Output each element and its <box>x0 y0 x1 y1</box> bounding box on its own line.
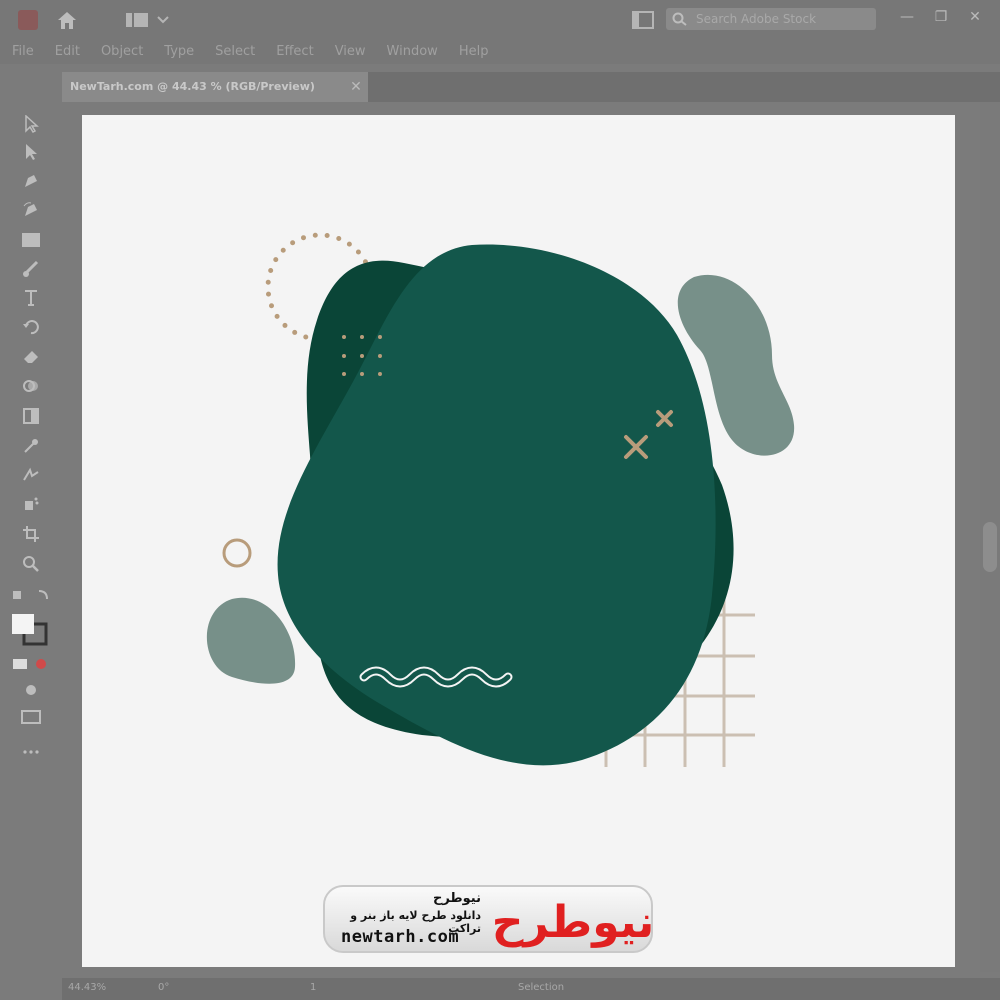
scrollbar-thumb[interactable] <box>983 522 997 572</box>
screen-mode-icon <box>21 710 41 724</box>
artboard-number[interactable]: 1 <box>310 982 316 993</box>
blend-tool[interactable] <box>19 463 43 487</box>
gradient-icon <box>23 408 39 424</box>
shape-builder-tool[interactable] <box>19 374 43 398</box>
pen-tool[interactable] <box>19 169 43 193</box>
menu-window[interactable]: Window <box>375 40 447 64</box>
selection-arrow-icon <box>25 115 39 133</box>
more-dots-icon <box>23 750 39 754</box>
curvature-pen-icon <box>23 202 37 216</box>
light-blob-left <box>206 597 296 684</box>
eyedropper-tool[interactable] <box>19 434 43 458</box>
curvature-tool[interactable] <box>19 198 43 222</box>
document-tab-bar: NewTarh.com @ 44.43 % (RGB/Preview) ✕ <box>62 72 1000 102</box>
close-window-button[interactable]: ✕ <box>966 8 984 26</box>
fill-stroke-icon <box>12 614 48 646</box>
menu-view[interactable]: View <box>323 40 375 64</box>
eyedropper-icon <box>24 439 38 453</box>
status-mode[interactable]: Selection <box>518 982 564 993</box>
workspace-switcher-icon[interactable] <box>124 12 172 28</box>
newtarh-logo-icon: نیوطرح <box>493 897 653 948</box>
watermark-title: نیوطرح <box>432 891 481 906</box>
logo-lettering: نیوطرح <box>493 897 653 948</box>
color-mode-buttons[interactable] <box>10 652 52 676</box>
symbol-sprayer-icon <box>25 497 39 510</box>
minimize-button[interactable]: — <box>898 8 916 26</box>
type-tool[interactable] <box>19 286 43 310</box>
zoom-icon <box>23 556 39 572</box>
zoom-tool[interactable] <box>19 552 43 576</box>
paintbrush-icon <box>23 260 39 277</box>
arrange-documents-icon[interactable] <box>632 11 654 29</box>
blend-icon <box>23 467 39 481</box>
close-tab-icon[interactable]: ✕ <box>348 72 364 102</box>
eraser-tool[interactable] <box>19 344 43 368</box>
selection-tool[interactable] <box>19 112 43 136</box>
draw-mode-icon <box>26 685 36 695</box>
artwork <box>206 232 795 767</box>
rectangle-tool[interactable] <box>19 228 43 252</box>
artboard-tool[interactable] <box>19 522 43 546</box>
vertical-scrollbar[interactable] <box>980 102 1000 972</box>
shape-builder-icon <box>23 380 38 392</box>
status-bar: 44.43% 0° 1 Selection <box>62 978 1000 1000</box>
watermark-url: newtarh.com <box>341 927 460 947</box>
type-t-icon <box>25 290 37 306</box>
menu-object[interactable]: Object <box>89 40 152 64</box>
menu-type[interactable]: Type <box>152 40 203 64</box>
eraser-icon <box>24 351 38 363</box>
default-fill-stroke[interactable] <box>10 584 52 608</box>
drawing-mode-button[interactable] <box>19 678 43 702</box>
edit-toolbar-button[interactable] <box>19 740 43 764</box>
fill-stroke-swatch[interactable] <box>10 612 50 646</box>
search-icon <box>672 12 687 26</box>
newtarh-watermark: نیوطرح دانلود طرح لایه باز بنر و تراکت n… <box>323 885 653 953</box>
maximize-button[interactable]: ❐ <box>932 8 950 26</box>
rotate-tool[interactable] <box>19 315 43 339</box>
artboard-icon <box>23 526 39 542</box>
direct-selection-tool[interactable] <box>19 140 43 164</box>
menu-effect[interactable]: Effect <box>264 40 322 64</box>
document-tab-label: NewTarh.com @ 44.43 % (RGB/Preview) <box>70 80 315 93</box>
color-none-icon <box>13 659 46 669</box>
home-icon[interactable] <box>56 9 78 31</box>
gradient-tool[interactable] <box>19 404 43 428</box>
artboard-canvas[interactable] <box>82 115 955 967</box>
symbol-sprayer-tool[interactable] <box>19 492 43 516</box>
rotate-icon <box>23 320 39 335</box>
screen-mode-button[interactable] <box>19 704 43 728</box>
menu-edit[interactable]: Edit <box>43 40 89 64</box>
pen-icon <box>25 175 37 187</box>
direct-selection-icon <box>26 144 37 160</box>
menu-select[interactable]: Select <box>203 40 264 64</box>
document-tab[interactable]: NewTarh.com @ 44.43 % (RGB/Preview) <box>62 72 368 102</box>
small-ring <box>222 538 252 568</box>
search-input[interactable] <box>666 8 876 30</box>
rotation-view[interactable]: 0° <box>158 982 169 993</box>
zoom-level[interactable]: 44.43% <box>68 982 106 993</box>
menu-file[interactable]: File <box>0 40 43 64</box>
illustrator-logo-icon <box>18 10 38 30</box>
rectangle-icon <box>22 233 40 247</box>
menu-bar: File Edit Object Type Select Effect View… <box>0 40 1000 64</box>
tools-panel <box>0 64 62 1000</box>
paintbrush-tool[interactable] <box>19 257 43 281</box>
app-bar: — ❐ ✕ <box>0 0 1000 40</box>
swap-fill-stroke-icon <box>13 590 48 600</box>
menu-help[interactable]: Help <box>447 40 498 64</box>
